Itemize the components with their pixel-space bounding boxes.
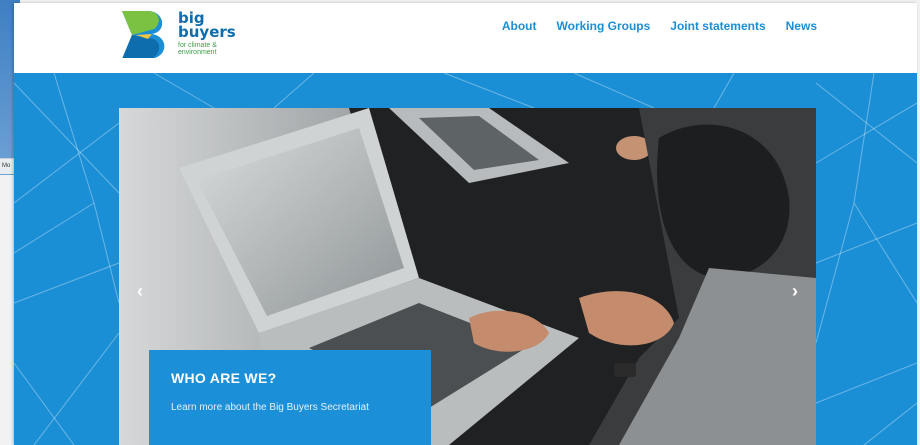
website-page: big buyers for climate & environment Abo… [14,3,917,445]
caption-title: WHO ARE WE? [171,370,277,386]
hero-slider: ‹ › WHO ARE WE? Learn more about the Big… [119,108,816,445]
slider-prev-arrow-icon[interactable]: ‹ [131,280,149,302]
header-torn-edge [14,58,917,73]
caption-link[interactable]: Learn more about the Big Buyers Secretar… [171,402,409,413]
nav-news[interactable]: News [786,19,817,33]
logo-tagline: for climate & environment [178,42,217,57]
logo-word-buyers: buyers [178,23,236,41]
nav-about[interactable]: About [502,19,537,33]
nav-joint-statements[interactable]: Joint statements [670,19,765,33]
slide-caption-box: WHO ARE WE? Learn more about the Big Buy… [149,350,431,445]
background-window-tab-label: Mo [2,163,11,169]
nav-working-groups[interactable]: Working Groups [557,19,651,33]
site-logo[interactable]: big buyers for climate & environment [118,9,236,61]
slider-next-arrow-icon[interactable]: › [786,280,804,302]
big-buyers-b-icon [122,11,165,59]
main-navigation: About Working Groups Joint statements Ne… [502,19,817,33]
